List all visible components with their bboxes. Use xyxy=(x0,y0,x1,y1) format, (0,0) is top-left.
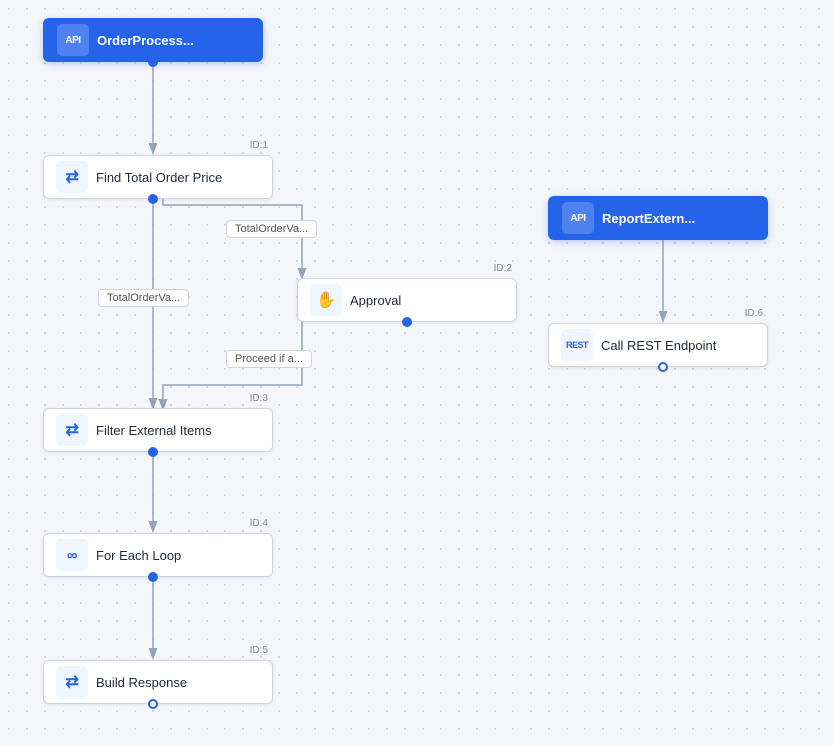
node-build-response[interactable]: ID:5 ⇄ Build Response xyxy=(43,660,273,704)
split-icon-1: ⇄ xyxy=(56,161,88,193)
build-response-label: Build Response xyxy=(96,675,187,690)
canvas: API OrderProcess... ID:1 ⇄ Find Total Or… xyxy=(0,0,833,746)
connector-dot-build-hollow xyxy=(148,699,158,709)
api-icon: API xyxy=(57,24,89,56)
approval-label: Approval xyxy=(350,293,401,308)
node-id-1: ID:1 xyxy=(250,140,268,151)
orderprocess-label: OrderProcess... xyxy=(97,33,194,48)
call-rest-label: Call REST Endpoint xyxy=(601,338,716,353)
node-id-2: ID:2 xyxy=(494,263,512,274)
loop-icon: ∞ xyxy=(56,539,88,571)
node-call-rest[interactable]: ID:6 REST Call REST Endpoint xyxy=(548,323,768,367)
node-id-6: ID:6 xyxy=(745,308,763,319)
find-total-label: Find Total Order Price xyxy=(96,170,222,185)
node-orderprocess[interactable]: API OrderProcess... xyxy=(43,18,263,62)
connector-dot xyxy=(148,57,158,67)
edge-label-proceed: Proceed if a... xyxy=(226,350,312,368)
node-id-5: ID:5 xyxy=(250,645,268,656)
node-id-3: ID:3 xyxy=(250,393,268,404)
rest-icon: REST xyxy=(561,329,593,361)
reportextern-label: ReportExtern... xyxy=(602,211,695,226)
connector-dot-approval xyxy=(402,317,412,327)
connector-dot-rest-hollow xyxy=(658,362,668,372)
hand-icon: ✋ xyxy=(310,284,342,316)
node-find-total-order-price[interactable]: ID:1 ⇄ Find Total Order Price xyxy=(43,155,273,199)
split-icon-3: ⇄ xyxy=(56,666,88,698)
node-for-each-loop[interactable]: ID:4 ∞ For Each Loop xyxy=(43,533,273,577)
node-reportextern[interactable]: API ReportExtern... xyxy=(548,196,768,240)
api-icon-2: API xyxy=(562,202,594,234)
node-approval[interactable]: ID:2 ✋ Approval xyxy=(297,278,517,322)
connector-dot-filter xyxy=(148,447,158,457)
connector-dot-loop xyxy=(148,572,158,582)
node-id-4: ID:4 xyxy=(250,518,268,529)
filter-external-label: Filter External Items xyxy=(96,423,212,438)
edge-label-totalorderva1: TotalOrderVa... xyxy=(226,220,317,238)
edge-label-totalorderva2: TotalOrderVa... xyxy=(98,289,189,307)
split-icon-2: ⇄ xyxy=(56,414,88,446)
node-filter-external[interactable]: ID:3 ⇄ Filter External Items xyxy=(43,408,273,452)
connector-dot-2 xyxy=(148,194,158,204)
for-each-label: For Each Loop xyxy=(96,548,181,563)
